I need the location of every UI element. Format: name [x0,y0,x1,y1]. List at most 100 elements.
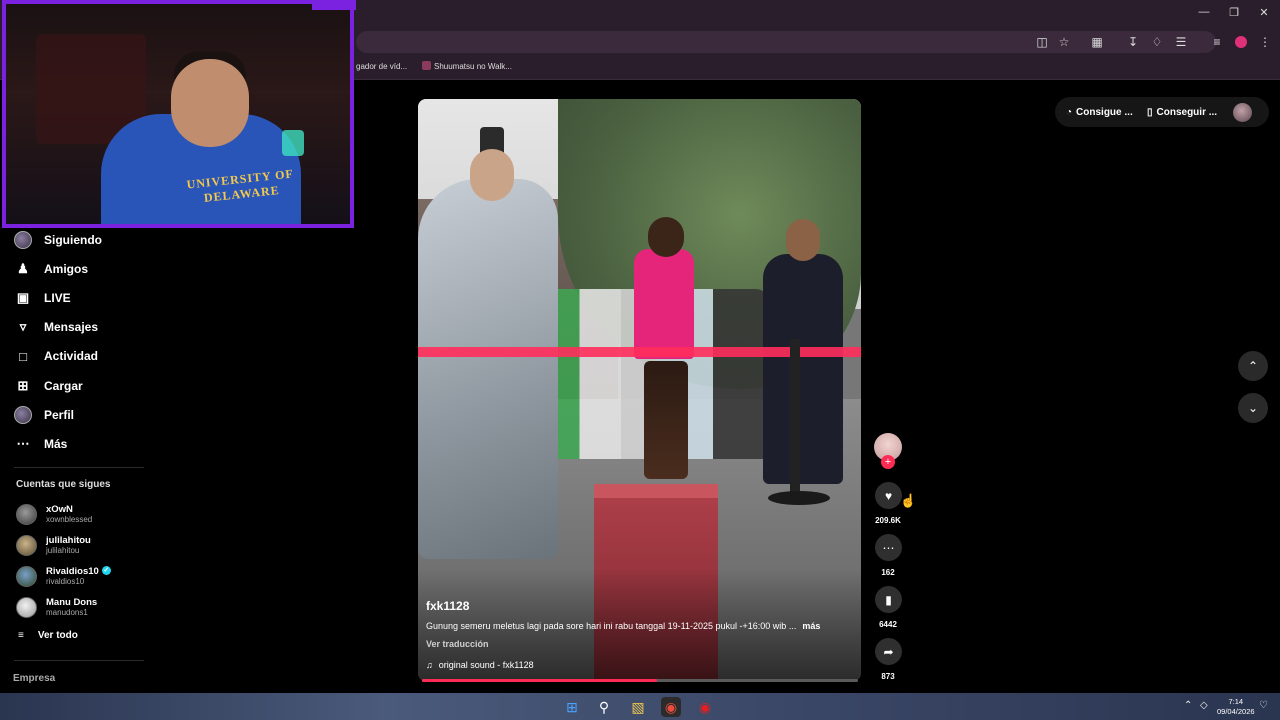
guard-head [786,219,820,261]
costume-head [470,149,514,201]
account-item[interactable]: julilahitou julilahitou [16,533,91,557]
webcam-overlay: UNIVERSITY OF DELAWARE [2,0,354,228]
coin-icon: ◔ [1066,106,1073,118]
user-avatar[interactable] [1233,103,1252,122]
extension-icon[interactable]: ♢ [1150,35,1164,49]
account-name: Rivaldios10 [46,565,99,577]
sidebar-item-live[interactable]: ▣ LIVE [14,287,71,309]
costumed-figure [418,179,558,559]
sidebar-divider [14,467,144,468]
friends-icon: ♟ [17,261,29,276]
sidebar-item-perfil[interactable]: Perfil [14,404,74,426]
cursor-hand-icon: ☝ [900,493,917,508]
video-description-text: Gunung semeru meletus lagi pada sore har… [426,621,797,631]
music-note-icon: ♫ [426,660,433,670]
bookmark-item[interactable]: Shuumatsu no Walk... [434,62,512,71]
activity-icon: □ [19,348,27,364]
chevron-up-icon: ⌃ [1247,359,1259,373]
sidebar-item-actividad[interactable]: □ Actividad [14,345,98,367]
sidebar-item-label: Perfil [44,408,75,422]
wifi-icon[interactable]: ◇ [1200,700,1208,711]
following-accounts-title: Cuentas que sigues [16,479,111,490]
taskbar-clock[interactable]: 7:14 09/04/2026 [1217,697,1255,717]
footer-link-empresa[interactable]: Empresa [13,673,55,684]
sidebar-item-label: Cargar [44,379,83,393]
account-item[interactable]: Manu Dons manudons1 [16,595,97,619]
account-handle: xownblessed [46,514,93,524]
bookmark-icon: ▮ [885,592,892,607]
sidebar-item-amigos[interactable]: ♟ Amigos [14,258,88,280]
save-button[interactable]: ▮ [875,586,902,613]
minimize-icon[interactable]: — [1196,6,1212,18]
heart-icon: ♥ [884,488,893,503]
follow-plus-icon[interactable]: + [881,455,895,469]
video-description: Gunung semeru meletus lagi pada sore har… [426,621,856,631]
video-progress-fill [422,679,658,682]
sidebar-item-label: Siguiendo [44,233,102,247]
chrome-icon[interactable]: ◉ [661,697,681,717]
following-avatar-icon [14,231,32,249]
sidebar-item-mas[interactable]: ⋯ Más [14,433,68,455]
translate-link[interactable]: Ver traducción [426,639,489,649]
notification-bell-icon[interactable]: ♡ [1259,700,1268,711]
share-button[interactable]: ➦ [875,638,902,665]
reading-list-icon[interactable]: ≡ [1210,35,1224,49]
video-username[interactable]: fxk1128 [426,599,469,613]
sidebar-item-label: Mensajes [44,320,99,334]
avatar [16,503,37,525]
live-icon: ▣ [16,290,30,305]
install-app-icon[interactable]: ◫ [1035,35,1049,49]
sound-link[interactable]: ♫ original sound - fxk1128 [426,660,534,670]
clock-date: 09/04/2026 [1217,707,1255,716]
get-coins-button[interactable]: ◔ Consigue ... [1066,98,1133,126]
share-count: 873 [881,672,895,681]
desk-lamp [282,130,304,156]
previous-video-button[interactable]: ⌃ [1238,351,1268,381]
download-icon[interactable]: ↧ [1126,35,1140,49]
sidebar-item-cargar[interactable]: ⊞ Cargar [14,375,83,397]
extensions-icon[interactable]: ▦ [1090,35,1104,49]
sidebar-item-siguiendo[interactable]: Siguiendo [14,229,102,251]
clock-time: 7:14 [1228,697,1244,706]
account-item[interactable]: Rivaldios10 ✓ rivaldios10 [16,564,111,588]
rope-post-base [768,491,830,505]
webcam-corner [312,0,356,10]
comment-count: 162 [881,568,895,577]
more-link[interactable]: más [802,621,820,631]
video-player[interactable]: fxk1128 Gunung semeru meletus lagi pada … [418,99,861,681]
avatar [16,534,37,556]
address-bar[interactable] [356,31,1216,53]
see-all-button[interactable]: ≡ Ver todo [18,630,78,641]
tray-chevron-icon[interactable]: ⌃ [1184,700,1192,711]
sidebar-item-mensajes[interactable]: ▿ Mensajes [14,316,98,338]
account-item[interactable]: xOwN xownblessed [16,502,92,526]
start-icon[interactable]: ⊞ [562,697,582,717]
bookmark-item[interactable]: gador de víd... [356,62,407,71]
next-video-button[interactable]: ⌄ [1238,393,1268,423]
red-box-top [594,484,718,498]
avatar [16,565,37,587]
close-icon[interactable]: ✕ [1256,6,1272,19]
rope-post [790,339,800,499]
video-progress-bar[interactable] [422,679,858,682]
account-name: Manu Dons [46,596,98,608]
profile-icon[interactable] [1235,36,1247,48]
get-app-label: Conseguir ... [1156,106,1218,118]
sidebar-item-label: Más [44,437,68,451]
sidebar-item-label: Actividad [44,349,99,363]
profile-avatar-icon [14,406,32,424]
like-button[interactable]: ♥ [875,482,902,509]
app-icon[interactable]: ◉ [695,697,715,717]
get-app-button[interactable]: ▯ Conseguir ... [1147,98,1217,126]
file-explorer-icon[interactable]: ▧ [628,697,648,717]
menu-icon[interactable]: ⋮ [1258,35,1272,49]
search-icon[interactable]: ⚲ [594,697,614,717]
restore-icon[interactable]: ❐ [1226,6,1242,19]
get-coins-label: Consigue ... [1076,106,1133,118]
translate-icon[interactable]: ☰ [1174,35,1188,49]
bookmark-star-icon[interactable]: ☆ [1057,35,1071,49]
comment-button[interactable]: ⋯ [875,534,902,561]
account-handle: rivaldios10 [46,576,85,586]
sound-label: original sound - fxk1128 [438,660,534,670]
save-count: 6442 [879,620,897,629]
